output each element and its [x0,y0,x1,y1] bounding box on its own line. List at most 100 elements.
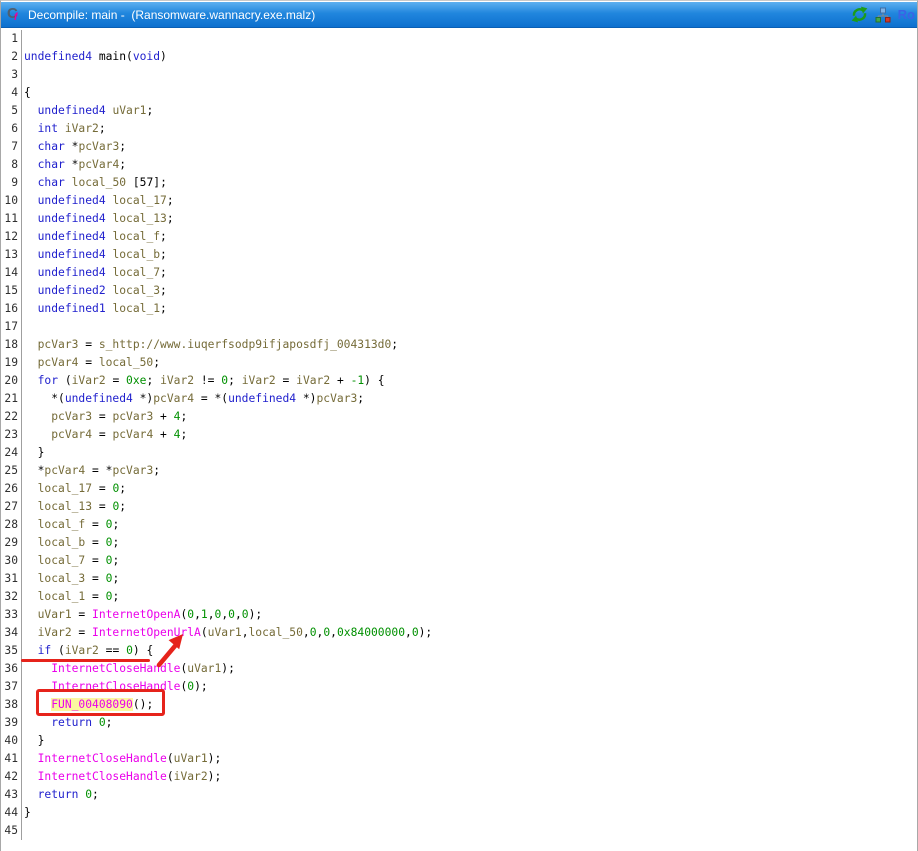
graph-icon[interactable] [875,7,891,23]
code-token[interactable]: uVar1 [187,662,221,675]
code-token[interactable]: undefined4 [38,194,106,207]
code-token[interactable]: = [85,536,105,549]
code-token[interactable]: ; [92,788,99,801]
decompiler-panel-titlebar[interactable]: C f Decompile: main - (Ransomware.wannac… [1,2,917,28]
code-token[interactable]: local_f [112,230,160,243]
code-line[interactable]: 41 InternetCloseHandle(uVar1); [2,750,916,768]
code-token[interactable]: ; [153,356,160,369]
code-token[interactable]: InternetCloseHandle [51,680,180,693]
code-token[interactable]: = [85,518,105,531]
code-token[interactable]: , [242,626,249,639]
code-line[interactable]: 14 undefined4 local_7; [2,264,916,282]
code-token[interactable]: = [85,554,105,567]
code-token[interactable] [24,698,51,711]
code-line[interactable]: 6 int iVar2; [2,120,916,138]
code-token[interactable]: , [235,608,242,621]
code-line[interactable]: 34 iVar2 = InternetOpenUrlA(uVar1,local_… [2,624,916,642]
code-token[interactable] [24,374,38,387]
code-token[interactable]: , [194,608,201,621]
code-token[interactable]: = [92,410,112,423]
code-token[interactable] [24,770,38,783]
refresh-icon[interactable] [851,6,868,23]
code-token[interactable]: ; [180,410,187,423]
code-line[interactable]: 2undefined4 main(void) [2,48,916,66]
code-token[interactable]: * [24,464,44,477]
code-token[interactable]: local_17 [112,194,166,207]
code-token[interactable]: InternetCloseHandle [51,662,180,675]
code-token[interactable]: iVar2 [65,122,99,135]
code-token[interactable]: = [85,590,105,603]
code-token[interactable]: ( [58,374,72,387]
code-token[interactable]: } [24,446,44,459]
code-token[interactable]: ( [167,752,174,765]
code-token[interactable]: uVar1 [112,104,146,117]
code-line[interactable]: 27 local_13 = 0; [2,498,916,516]
code-line[interactable]: 24 } [2,444,916,462]
code-token[interactable]: ( [201,626,208,639]
code-token[interactable]: ) { [133,644,153,657]
code-token[interactable]: local_50 [99,356,153,369]
code-token[interactable]: return [38,788,79,801]
code-line[interactable]: 43 return 0; [2,786,916,804]
code-token[interactable]: ; [180,428,187,441]
code-token[interactable] [24,428,51,441]
code-line[interactable]: 26 local_17 = 0; [2,480,916,498]
code-token[interactable]: char [38,158,65,171]
code-token[interactable]: { [24,86,31,99]
code-token[interactable]: 0xe [126,374,146,387]
code-token[interactable]: undefined4 [38,248,106,261]
code-line[interactable]: 10 undefined4 local_17; [2,192,916,210]
code-token[interactable]: = [72,626,92,639]
code-line[interactable]: 42 InternetCloseHandle(iVar2); [2,768,916,786]
code-token[interactable]: ; [357,392,364,405]
code-token[interactable]: pcVar4 [112,428,153,441]
code-token[interactable]: ; [112,572,119,585]
code-token[interactable]: undefined4 [38,212,106,225]
code-token[interactable]: 0x84000000 [337,626,405,639]
code-token[interactable]: local_7 [112,266,160,279]
code-token[interactable] [24,482,38,495]
code-token[interactable]: = [276,374,296,387]
code-token[interactable]: pcVar3 [112,464,153,477]
code-line[interactable]: 9 char local_50 [57]; [2,174,916,192]
code-token[interactable]: InternetCloseHandle [38,752,167,765]
code-token[interactable]: [57]; [126,176,167,189]
decompiler-code-area[interactable]: 12undefined4 main(void)34{5 undefined4 u… [2,28,916,851]
code-token[interactable]: local_3 [38,572,86,585]
code-token[interactable] [24,158,38,171]
code-token[interactable]: pcVar4 [78,158,119,171]
code-token[interactable] [24,230,38,243]
code-token[interactable]: pcVar3 [51,410,92,423]
code-token[interactable] [24,122,38,135]
code-token[interactable]: 0 [99,716,106,729]
code-token[interactable]: , [303,626,310,639]
code-line[interactable]: 4{ [2,84,916,102]
code-token[interactable]: s_http://www.iuqerfsodp9ifjaposdfj_00431… [99,338,391,351]
code-line[interactable]: 22 pcVar3 = pcVar3 + 4; [2,408,916,426]
code-token[interactable]: ; [119,500,126,513]
code-token[interactable] [24,662,51,675]
code-token[interactable] [24,410,51,423]
code-token[interactable]: pcVar4 [51,428,92,441]
code-token[interactable]: pcVar4 [153,392,194,405]
code-token[interactable]: ) [160,50,167,63]
code-token[interactable]: InternetOpenA [92,608,180,621]
code-token[interactable]: -1 [351,374,365,387]
code-token[interactable]: char [38,140,65,153]
code-token[interactable]: = [106,374,126,387]
code-token[interactable]: * [65,158,79,171]
code-token[interactable]: ; [160,266,167,279]
code-token[interactable]: } [24,734,44,747]
code-token[interactable]: 0 [228,608,235,621]
code-token[interactable]: uVar1 [208,626,242,639]
code-token[interactable]: * [65,140,79,153]
code-token[interactable]: local_17 [38,482,92,495]
code-token[interactable]: ; [112,518,119,531]
code-token[interactable]: ; [119,140,126,153]
code-token[interactable]: + [153,428,173,441]
code-token[interactable] [24,626,38,639]
code-token[interactable]: ; [99,122,106,135]
code-token[interactable] [24,284,38,297]
code-token[interactable]: = *( [194,392,228,405]
code-line[interactable]: 32 local_1 = 0; [2,588,916,606]
